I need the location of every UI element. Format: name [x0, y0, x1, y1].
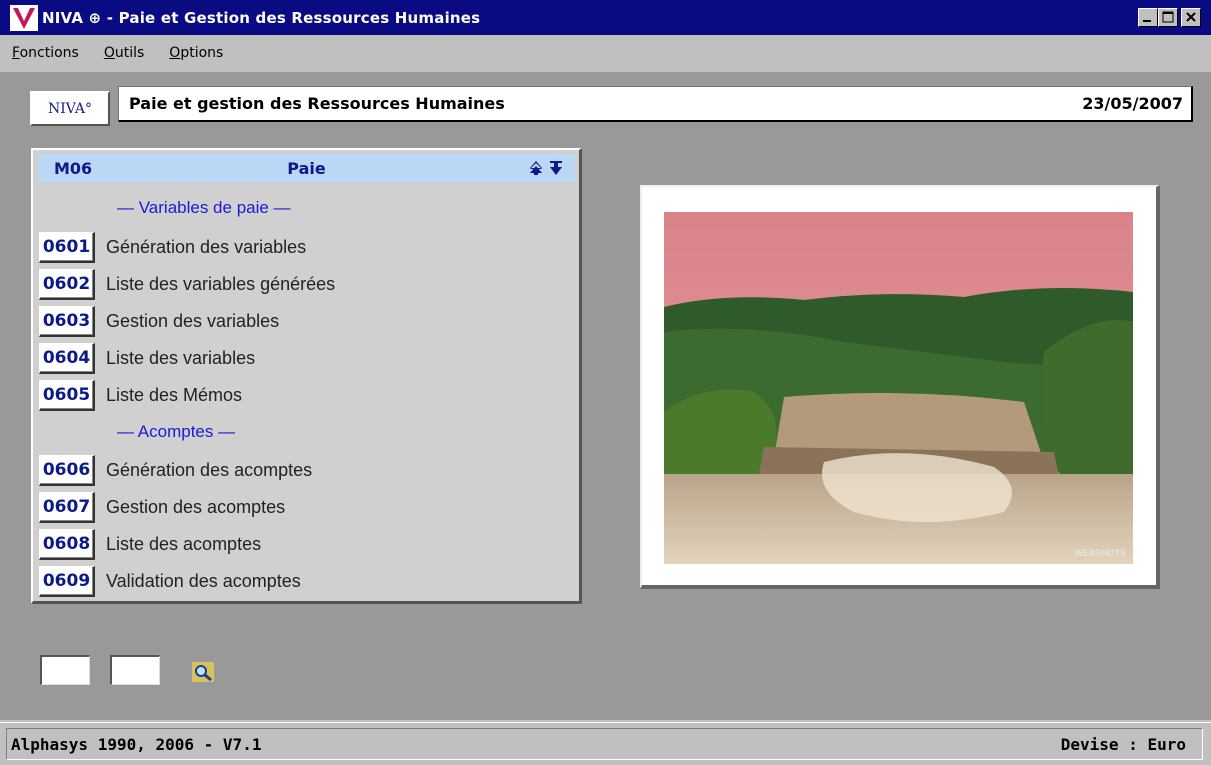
code-button[interactable]: 0609	[39, 565, 95, 597]
close-button[interactable]	[1181, 8, 1201, 27]
menu-row-0601[interactable]: 0601 Génération des variables	[39, 230, 306, 264]
menu-fonctions[interactable]: Fonctions	[0, 45, 92, 61]
code-input-2[interactable]	[110, 655, 160, 685]
code-button[interactable]: 0605	[39, 379, 95, 411]
menu-row-label[interactable]: Liste des variables générées	[106, 274, 335, 295]
menu-row-0606[interactable]: 0606 Génération des acomptes	[39, 453, 312, 487]
status-bar: Alphasys 1990, 2006 - V7.1 Devise : Euro	[0, 722, 1211, 765]
photo-watermark: WEBSHOTS	[1074, 548, 1126, 558]
menu-row-label[interactable]: Gestion des acomptes	[106, 497, 285, 518]
module-title: Paie	[287, 158, 326, 178]
code-button[interactable]: 0608	[39, 528, 95, 560]
menu-options[interactable]: Options	[157, 45, 236, 61]
maximize-icon	[1162, 11, 1174, 23]
title-bar[interactable]: NIVA ⊕ - Paie et Gestion des Ressources …	[0, 0, 1211, 35]
menu-label: ptions	[180, 45, 224, 61]
window-title: NIVA ⊕ - Paie et Gestion des Ressources …	[42, 8, 481, 27]
menu-row-label[interactable]: Validation des acomptes	[106, 571, 301, 592]
panel-scroll-controls	[529, 160, 563, 176]
minimize-icon	[1143, 20, 1151, 22]
menu-row-0604[interactable]: 0604 Liste des variables	[39, 341, 255, 375]
minimize-button[interactable]	[1138, 8, 1158, 27]
currency-indicator: Devise : Euro	[1060, 734, 1186, 754]
menu-bar: Fonctions Outils Options	[0, 37, 1211, 69]
search-icon[interactable]	[192, 662, 214, 682]
close-icon	[1186, 12, 1196, 22]
scroll-up-icon[interactable]	[529, 160, 543, 176]
page-title: Paie et gestion des Ressources Humaines	[129, 94, 505, 113]
menu-row-label[interactable]: Liste des variables	[106, 348, 255, 369]
scroll-down-icon[interactable]	[549, 160, 563, 176]
main-area: NIVA° Paie et gestion des Ressources Hum…	[0, 72, 1211, 720]
section-variables-de-paie: — Variables de paie —	[117, 198, 291, 217]
niva-home-button[interactable]: NIVA°	[30, 91, 110, 126]
menu-row-label[interactable]: Liste des Mémos	[106, 385, 242, 406]
photo-frame: WEBSHOTS	[640, 185, 1160, 589]
maximize-button[interactable]	[1158, 8, 1178, 27]
menu-row-label[interactable]: Liste des acomptes	[106, 534, 261, 555]
current-date: 23/05/2007	[1082, 94, 1183, 113]
code-button[interactable]: 0603	[39, 305, 95, 337]
module-menu-panel: M06 Paie — Variables de paie — 0601 Géné…	[31, 148, 582, 604]
panel-header: M06 Paie	[38, 154, 575, 182]
section-acomptes: — Acomptes —	[117, 422, 236, 441]
code-button[interactable]: 0601	[39, 231, 95, 263]
menu-row-0603[interactable]: 0603 Gestion des variables	[39, 304, 279, 338]
code-input-1[interactable]	[40, 655, 90, 685]
window-controls	[1138, 8, 1201, 27]
code-button[interactable]: 0604	[39, 342, 95, 374]
waterfall-photo: WEBSHOTS	[664, 212, 1133, 564]
menu-accel: O	[103, 45, 115, 61]
menu-accel: F	[12, 45, 20, 61]
menu-row-label[interactable]: Génération des acomptes	[106, 460, 312, 481]
menu-accel: O	[169, 45, 181, 61]
menu-outils[interactable]: Outils	[92, 45, 157, 61]
menu-row-0602[interactable]: 0602 Liste des variables générées	[39, 267, 335, 301]
menu-row-label[interactable]: Gestion des variables	[106, 311, 279, 332]
code-button[interactable]: 0606	[39, 454, 95, 486]
menu-row-0605[interactable]: 0605 Liste des Mémos	[39, 378, 242, 412]
menu-row-0608[interactable]: 0608 Liste des acomptes	[39, 527, 261, 561]
menu-row-0609[interactable]: 0609 Validation des acomptes	[39, 564, 301, 598]
menu-label: onctions	[19, 45, 79, 61]
header-bar: Paie et gestion des Ressources Humaines …	[118, 86, 1193, 122]
menu-label: utils	[114, 45, 145, 61]
niva-logo-icon	[10, 4, 38, 31]
code-button[interactable]: 0607	[39, 491, 95, 523]
menu-row-0607[interactable]: 0607 Gestion des acomptes	[39, 490, 285, 524]
copyright-version: Alphasys 1990, 2006 - V7.1	[11, 734, 262, 754]
code-button[interactable]: 0602	[39, 268, 95, 300]
status-field: Alphasys 1990, 2006 - V7.1 Devise : Euro	[6, 728, 1203, 760]
menu-row-label[interactable]: Génération des variables	[106, 237, 306, 258]
